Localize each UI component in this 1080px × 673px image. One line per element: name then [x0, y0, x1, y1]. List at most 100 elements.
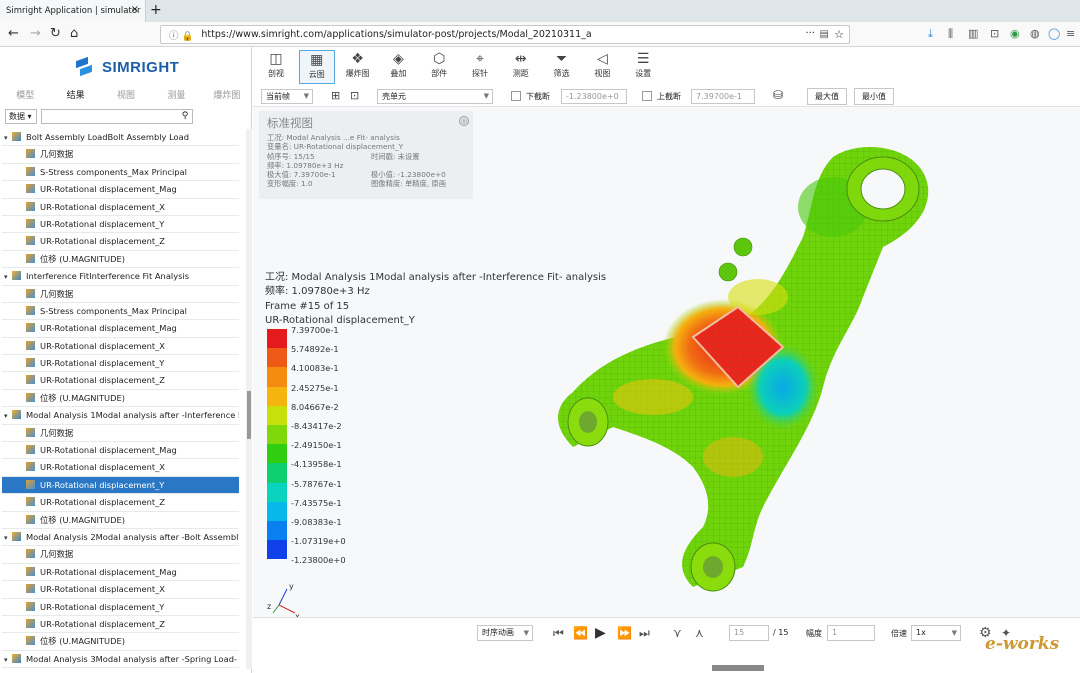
address-bar[interactable]: ⓘ 🔒 https://www.simright.com/application… [160, 25, 850, 44]
account-icon[interactable]: ◯ [1048, 27, 1060, 40]
resize-handle[interactable] [712, 665, 764, 671]
tree-item[interactable]: UR-Rotational displacement_Y [2, 216, 239, 234]
forward-icon[interactable]: → [30, 26, 41, 42]
tool-settings[interactable]: ☰ 设置 [625, 50, 661, 84]
screenshot-icon[interactable]: ⊡ [990, 27, 999, 40]
tree-item[interactable]: 位移 (U.MAGNITUDE) [2, 251, 239, 269]
database-icon[interactable]: ⛁ [773, 88, 783, 102]
data-select[interactable]: 数据 ▾ [5, 109, 37, 124]
tool-contour[interactable]: ▦ 云图 [298, 50, 335, 84]
upper-clip-input[interactable]: 7.39700e-1 [691, 89, 755, 104]
rewind-icon[interactable]: ⏪ [573, 625, 588, 641]
reader-icon[interactable]: ▤ [820, 29, 829, 40]
bookmark-star-icon[interactable]: ☆ [834, 28, 844, 41]
fea-model-render[interactable] [533, 127, 953, 607]
camera-icon[interactable]: ⊡ [350, 89, 359, 102]
3d-viewport[interactable]: 标准视图 工况: Modal Analysis ...e Fit- analys… [253, 107, 1080, 621]
tree-group[interactable]: ▾ Modal Analysis 1Modal analysis after -I… [2, 407, 239, 425]
tool-part[interactable]: ⬡ 部件 [421, 50, 457, 84]
max-value-button[interactable]: 最大值 [807, 88, 847, 105]
element-select[interactable]: 壳单元 ▼ [377, 89, 493, 104]
back-icon[interactable]: ← [8, 26, 19, 42]
peak-icon[interactable]: ⋏ [695, 625, 704, 641]
tree-group[interactable]: ▾ Interference FitInterference Fit Analys… [2, 268, 239, 286]
tab-1[interactable]: 结果 [50, 87, 100, 105]
pin-icon[interactable]: ◎ [459, 116, 469, 126]
frame-input[interactable]: 15 [729, 625, 769, 641]
search-input[interactable] [41, 109, 193, 124]
min-value-button[interactable]: 最小值 [854, 88, 894, 105]
search-icon[interactable]: ⚲ [177, 109, 193, 124]
tree-item[interactable]: 几何数据 [2, 146, 239, 164]
grid-icon[interactable]: ⊞ [331, 89, 340, 102]
extension2-icon[interactable]: ◍ [1030, 27, 1040, 40]
tree-item[interactable]: UR-Rotational displacement_Y [2, 599, 239, 616]
upper-clip-checkbox[interactable] [642, 91, 652, 101]
tree-item[interactable]: UR-Rotational displacement_Mag [2, 320, 239, 338]
tool-explode[interactable]: ❖ 爆炸图 [340, 50, 376, 84]
download-icon[interactable]: ⤓ [928, 27, 933, 41]
tree-item[interactable]: UR-Rotational displacement_Z [2, 233, 239, 251]
tree-item[interactable]: UR-Rotational displacement_X [2, 581, 239, 599]
first-frame-icon[interactable]: ⏮ [553, 625, 564, 641]
tab-0[interactable]: 模型 [0, 87, 50, 105]
tree-item[interactable]: UR-Rotational displacement_Y [2, 476, 239, 495]
tree-scrollbar[interactable] [246, 129, 252, 669]
tool-overlay[interactable]: ◈ 叠加 [380, 50, 416, 84]
tree-item[interactable]: S-Stress components_Max Principal [2, 303, 239, 321]
tool-measure[interactable]: ⇹ 测距 [503, 50, 539, 84]
tool-view[interactable]: ◁ 视图 [584, 50, 620, 84]
tree-item[interactable]: UR-Rotational displacement_Z [2, 616, 239, 634]
animation-mode-select[interactable]: 时序动画 ▼ [477, 625, 533, 641]
tree-item[interactable]: UR-Rotational displacement_Mag [2, 564, 239, 582]
expand-toggle-icon[interactable]: ▾ [4, 652, 12, 667]
tree-item[interactable]: UR-Rotational displacement_X [2, 199, 239, 216]
reload-icon[interactable]: ↻ [50, 26, 61, 42]
tree-item[interactable]: UR-Rotational displacement_Mag [2, 442, 239, 460]
tree-item[interactable]: UR-Rotational displacement_Mag [2, 181, 239, 199]
tool-section[interactable]: ◫ 剖视 [258, 50, 294, 84]
close-icon[interactable]: × [131, 4, 139, 15]
expand-toggle-icon[interactable]: ▾ [4, 130, 12, 145]
tree-item[interactable]: 几何数据 [2, 286, 239, 303]
browser-tab[interactable]: Simright Application | simulator × [0, 0, 146, 22]
amplitude-input[interactable]: 1 [827, 625, 875, 641]
page-actions-icon[interactable]: ··· [805, 28, 815, 39]
lower-clip-checkbox[interactable] [511, 91, 521, 101]
fast-forward-icon[interactable]: ⏩ [617, 625, 632, 641]
home-icon[interactable]: ⌂ [70, 26, 78, 42]
tool-filter[interactable]: ⏷ 筛选 [544, 50, 580, 84]
tree-group[interactable]: ▾ Modal Analysis 3Modal analysis after -S… [2, 651, 239, 669]
tree-item[interactable]: 位移 (U.MAGNITUDE) [2, 633, 239, 651]
frame-select[interactable]: 当前帧 ▼ [261, 89, 313, 104]
expand-toggle-icon[interactable]: ▾ [4, 408, 12, 423]
valley-icon[interactable]: ⋎ [673, 625, 682, 641]
sidebar-icon[interactable]: ▥ [968, 27, 978, 40]
tool-probe[interactable]: ⌖ 探针 [462, 50, 498, 84]
tree-item[interactable]: 位移 (U.MAGNITUDE) [2, 390, 239, 408]
expand-toggle-icon[interactable]: ▾ [4, 530, 12, 545]
expand-toggle-icon[interactable]: ▾ [4, 269, 12, 284]
lower-clip-input[interactable]: -1.23800e+0 [561, 89, 627, 104]
tab-4[interactable]: 爆炸图 [202, 87, 252, 105]
tree-item[interactable]: UR-Rotational displacement_X [2, 338, 239, 356]
last-frame-icon[interactable]: ⏭ [639, 625, 650, 641]
tree-group[interactable]: ▾ Modal Analysis 2Modal analysis after -B… [2, 529, 239, 547]
tree-item[interactable]: 几何数据 [2, 546, 239, 564]
tree-item[interactable]: UR-Rotational displacement_Z [2, 372, 239, 390]
tree-item[interactable]: 几何数据 [2, 425, 239, 443]
menu-icon[interactable]: ≡ [1066, 27, 1075, 40]
tree-item[interactable]: UR-Rotational displacement_X [2, 459, 239, 477]
extension-icon[interactable]: ◉ [1010, 27, 1020, 40]
tree-item[interactable]: S-Stress components_Max Principal [2, 164, 239, 182]
scroll-thumb[interactable] [247, 391, 251, 439]
tab-3[interactable]: 测量 [151, 87, 201, 105]
tab-2[interactable]: 视图 [101, 87, 151, 105]
library-icon[interactable]: ⫼ [948, 27, 953, 41]
play-icon[interactable]: ▶ [595, 625, 606, 641]
tree-item[interactable]: UR-Rotational displacement_Z [2, 494, 239, 512]
tree-group[interactable]: ▾ Bolt Assembly LoadBolt Assembly Load [2, 129, 239, 147]
tree-item[interactable]: 位移 (U.MAGNITUDE) [2, 512, 239, 529]
new-tab-button[interactable]: + [150, 2, 162, 18]
tree-item[interactable]: UR-Rotational displacement_Y [2, 355, 239, 373]
